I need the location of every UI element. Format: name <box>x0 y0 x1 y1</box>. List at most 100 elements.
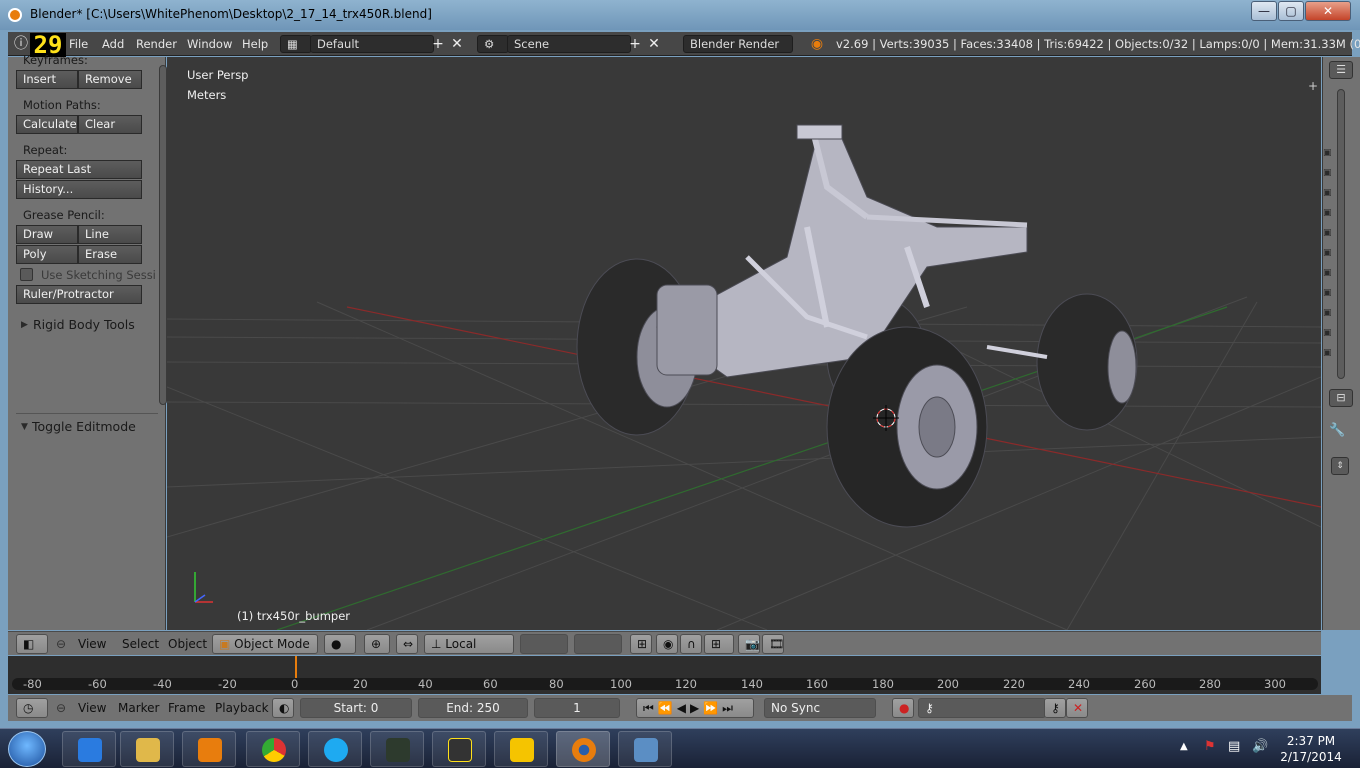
network-icon[interactable]: ▤ <box>1228 739 1240 754</box>
tick-label: -60 <box>88 677 107 691</box>
clear-paths-button[interactable]: Clear <box>78 115 142 134</box>
add-scene-icon[interactable]: + <box>626 35 644 53</box>
taskbar-media-player[interactable] <box>182 731 236 767</box>
ruler-protractor-button[interactable]: Ruler/Protractor <box>16 285 142 304</box>
timeline-menu-marker[interactable]: Marker <box>118 701 159 715</box>
volume-icon[interactable]: 🔊 <box>1252 739 1268 754</box>
system-clock[interactable]: 2:37 PM 2/17/2014 <box>1280 733 1342 765</box>
mode-dropdown[interactable]: ▣ Object Mode <box>212 634 318 654</box>
snap-toggle-icon[interactable]: ∩ <box>680 634 702 654</box>
repeat-last-button[interactable]: Repeat Last <box>16 160 142 179</box>
menu-view[interactable]: View <box>78 637 106 651</box>
outliner-scrollbar[interactable] <box>1337 89 1345 379</box>
delete-keyframe-icon[interactable]: ✕ <box>1066 698 1088 718</box>
menu-render[interactable]: Render <box>136 37 177 51</box>
start-frame-field[interactable]: Start: 0 <box>300 698 412 718</box>
timeline-collapse-icon[interactable]: ⊖ <box>56 701 66 715</box>
end-frame-field[interactable]: End: 250 <box>418 698 528 718</box>
menu-help[interactable]: Help <box>242 37 268 51</box>
playback-controls[interactable]: ⏮⏪◀▶⏩⏭ <box>636 698 754 718</box>
use-sketching-checkbox[interactable] <box>20 268 33 281</box>
maximize-button[interactable]: ▢ <box>1278 1 1304 21</box>
poly-button[interactable]: Poly <box>16 245 78 264</box>
current-frame-field[interactable]: 1 <box>534 698 620 718</box>
header-collapse-icon[interactable]: ⊖ <box>56 637 66 651</box>
taskbar-file-explorer[interactable] <box>120 731 174 767</box>
line-button[interactable]: Line <box>78 225 142 244</box>
taskbar-blender[interactable] <box>556 731 610 767</box>
info-editor-type-icon[interactable]: ⓘ <box>12 35 30 53</box>
insert-keyframe-button[interactable]: Insert <box>16 70 78 89</box>
minimize-button[interactable]: — <box>1251 1 1277 21</box>
timeline-ruler[interactable] <box>12 678 1318 690</box>
scroll-arrows-icon[interactable]: ⇕ <box>1331 457 1349 475</box>
render-animation-icon[interactable]: 🎞 <box>762 634 784 654</box>
timeline-menu-frame[interactable]: Frame <box>168 701 205 715</box>
properties-editor-icon[interactable]: ⊟ <box>1329 389 1353 407</box>
timeline-menu-view[interactable]: View <box>78 701 106 715</box>
draw-button[interactable]: Draw <box>16 225 78 244</box>
preview-range-icon[interactable]: ◐ <box>272 698 294 718</box>
info-header: ⓘ File Add Render Window Help ▦ Default … <box>8 32 1360 56</box>
scene-icon[interactable]: ⚙ <box>477 35 509 53</box>
render-still-icon[interactable]: 📷 <box>738 634 760 654</box>
layer-lock-icon[interactable]: ⊞ <box>630 634 652 654</box>
keying-set-field[interactable]: ⚷ <box>918 698 1046 718</box>
snap-element-dropdown[interactable]: ⊞ <box>704 634 734 654</box>
viewport-shading-dropdown[interactable]: ● <box>324 634 356 654</box>
screen-layout-dropdown[interactable]: Default <box>310 35 434 53</box>
toggle-editmode-panel[interactable]: Toggle Editmode <box>32 419 136 434</box>
taskbar-fraps[interactable] <box>432 731 486 767</box>
proportional-edit-icon[interactable]: ◉ <box>656 634 678 654</box>
outliner-render-toggles[interactable]: ▣ ▣ ▣ ▣ ▣ ▣ ▣ ▣ ▣ ▣ ▣ <box>1323 143 1333 358</box>
action-center-icon[interactable]: ⚑ <box>1204 739 1216 754</box>
editor-type-icon[interactable]: ◧ <box>16 634 48 654</box>
pivot-point-dropdown[interactable]: ⊕ <box>364 634 390 654</box>
render-engine-dropdown[interactable]: Blender Render <box>683 35 793 53</box>
erase-button[interactable]: Erase <box>78 245 142 264</box>
menu-select[interactable]: Select <box>122 637 159 651</box>
toolshelf-scrollbar[interactable] <box>159 65 167 405</box>
menu-file[interactable]: File <box>69 37 88 51</box>
taskbar-app-v[interactable] <box>494 731 548 767</box>
outliner-icon[interactable]: ☰ <box>1329 61 1353 79</box>
calculate-paths-button[interactable]: Calculate <box>16 115 78 134</box>
menu-add[interactable]: Add <box>102 37 124 51</box>
mode-label: Object Mode <box>234 637 310 651</box>
menu-object[interactable]: Object <box>168 637 207 651</box>
3d-view-header: ◧ ⊖ View Select Object ▣ Object Mode ● ⊕… <box>8 631 1321 655</box>
layers-group-2[interactable] <box>574 634 622 654</box>
taskbar-task-manager[interactable] <box>370 731 424 767</box>
current-frame-marker[interactable] <box>295 656 297 678</box>
screen-layout-icon[interactable]: ▦ <box>280 35 312 53</box>
taskbar-internet-explorer[interactable] <box>62 731 116 767</box>
delete-scene-icon[interactable]: ✕ <box>645 35 663 53</box>
history-button[interactable]: History... <box>16 180 142 199</box>
auto-keyframe-record-icon[interactable]: ● <box>892 698 914 718</box>
tool-icon[interactable]: 🔧 <box>1329 423 1345 438</box>
delete-layout-icon[interactable]: ✕ <box>448 35 466 53</box>
remove-keyframe-button[interactable]: Remove <box>78 70 142 89</box>
tray-expand-icon[interactable]: ▲ <box>1180 741 1188 752</box>
transform-orientation-dropdown[interactable]: ⊥ Local <box>424 634 514 654</box>
tick-label: 180 <box>872 677 894 691</box>
close-window-button[interactable]: ✕ <box>1305 1 1351 21</box>
rigid-body-tools-panel[interactable]: Rigid Body Tools <box>33 317 135 332</box>
scene-dropdown[interactable]: Scene <box>507 35 631 53</box>
timeline-editor-type-icon[interactable]: ◷ <box>16 698 48 718</box>
sync-mode-dropdown[interactable]: No Sync <box>764 698 876 718</box>
expand-arrow-icon[interactable]: ▶ <box>21 320 28 330</box>
taskbar-skype[interactable] <box>308 731 362 767</box>
menu-window[interactable]: Window <box>187 37 232 51</box>
timeline-menu-playback[interactable]: Playback <box>215 701 269 715</box>
manipulator-toggle[interactable]: ⇔ <box>396 634 418 654</box>
3d-viewport[interactable]: + User Persp Meters (1) trx450r_bumper <box>167 57 1321 630</box>
taskbar-photo-viewer[interactable] <box>618 731 672 767</box>
insert-keyframe-icon[interactable]: ⚷ <box>1044 698 1066 718</box>
timeline[interactable]: -80 -60 -40 -20 0 20 40 60 80 100 120 14… <box>8 656 1321 694</box>
layers-group-1[interactable] <box>520 634 568 654</box>
start-button-icon[interactable] <box>8 731 46 767</box>
collapse-arrow-icon[interactable]: ▼ <box>21 422 28 432</box>
add-layout-icon[interactable]: + <box>429 35 447 53</box>
taskbar-chrome[interactable] <box>246 731 300 767</box>
